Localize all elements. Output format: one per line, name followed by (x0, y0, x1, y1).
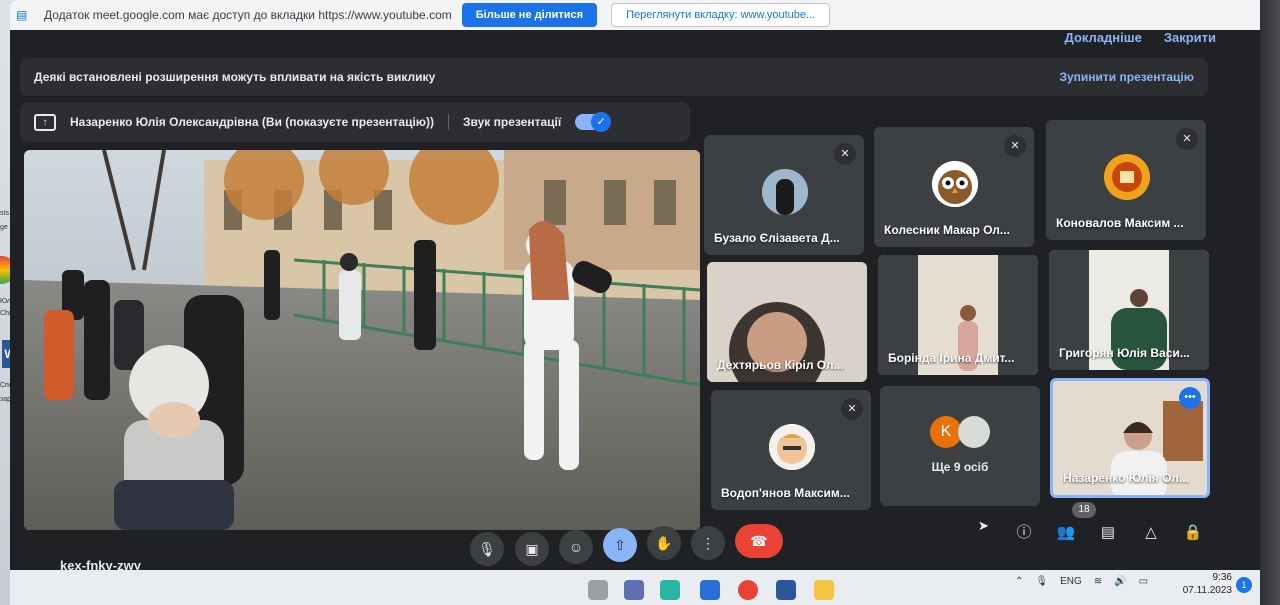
more-options-button[interactable]: ⋮ (691, 526, 725, 560)
camera-icon: ▣ (525, 541, 539, 557)
participant-name: Григорян Юлія Васи... (1059, 346, 1190, 360)
more-options-icon[interactable]: ••• (1179, 387, 1201, 409)
check-icon: ✓ (591, 112, 612, 132)
taskbar-app-icon[interactable] (588, 580, 608, 600)
self-tile[interactable]: ••• Назаренко Юлія Ол... (1050, 378, 1210, 498)
shared-video (24, 150, 700, 530)
shapes-icon: △ (1145, 524, 1157, 541)
participant-name: Бузало Єлізавета Д... (714, 231, 840, 245)
participant-tile[interactable]: ✕ Коновалов Максим ... (1046, 120, 1206, 240)
people-icon: 👥 (1056, 524, 1076, 541)
chrome-taskbar-icon[interactable] (738, 580, 758, 600)
presenter-bar: ↑ Назаренко Юлія Олександрівна (Ви (пока… (20, 102, 690, 142)
microphone-icon: 🎙 (478, 541, 496, 557)
taskbar-app-icon[interactable] (700, 580, 720, 600)
video-frame-image (24, 150, 700, 530)
chevron-up-icon[interactable]: ⌃ (1015, 576, 1023, 587)
mic-off-icon: ✕ (841, 398, 863, 420)
owl-avatar-image (932, 161, 978, 207)
mic-off-icon: ✕ (1004, 135, 1026, 157)
host-controls-button[interactable]: 🔒 (1180, 520, 1206, 546)
participant-tile[interactable]: ✕ Водоп'янов Максим... (711, 390, 871, 510)
taskbar-app-icon[interactable] (624, 580, 644, 600)
present-button[interactable]: ⇧ (603, 528, 637, 562)
more-vert-icon: ⋮ (701, 535, 715, 551)
more-participants-avatars: K (930, 416, 990, 448)
avatar (932, 161, 978, 207)
presentation-sound-toggle[interactable]: ✓ (575, 112, 612, 132)
participant-name: Дехтярьов Кiрiл Ол... (717, 358, 844, 372)
clock-date: 07.11.2023 (1182, 585, 1232, 596)
participant-tile[interactable]: ✕ Бузало Єлізавета Д... (704, 135, 864, 255)
taskbar-app-icon[interactable] (660, 580, 680, 600)
shared-tab-icon: ▤ (16, 8, 28, 22)
notification-badge[interactable]: 1 (1236, 577, 1252, 593)
file-explorer-icon[interactable] (814, 580, 834, 600)
participant-name: Борінда Ірина Дмит... (888, 351, 1015, 365)
presenter-name: Назаренко Юлія Олександрівна (Ви (показу… (70, 115, 435, 129)
avatar (762, 169, 808, 215)
hand-icon: ✋ (655, 535, 673, 551)
microphone-icon[interactable]: 🎙 (1035, 576, 1048, 587)
mic-off-icon: ✕ (1176, 128, 1198, 150)
participant-tile[interactable]: ✕ Борінда Ірина Дмит... (878, 255, 1038, 375)
participant-name: Колесник Макар Ол... (884, 223, 1010, 237)
participant-name: Назаренко Юлія Ол... (1063, 471, 1189, 485)
people-button[interactable]: 👥 (1053, 520, 1079, 546)
participant-avatar-small (958, 416, 990, 448)
battery-icon[interactable]: ▭ (1139, 576, 1148, 587)
word-taskbar-icon[interactable] (776, 580, 796, 600)
activities-button[interactable]: △ (1138, 520, 1164, 546)
volume-icon[interactable]: 🔊 (1114, 576, 1126, 587)
presentation-sound-label: Звук презентації (463, 115, 562, 129)
participant-tile[interactable]: ✕ Григорян Юлія Васи... (1049, 250, 1209, 370)
chat-button[interactable]: ▤ (1095, 520, 1121, 546)
sharing-message: Додаток meet.google.com має доступ до вк… (44, 8, 452, 22)
tank-logo-avatar-image (1104, 154, 1150, 200)
meeting-details-button[interactable]: ⓘ (1011, 520, 1037, 546)
taskbar-clock[interactable]: 9:36 07.11.2023 (1176, 571, 1232, 597)
camera-button[interactable]: ▣ (515, 532, 549, 566)
monitor-bezel (1258, 0, 1280, 605)
meet-window: ▤ Додаток meet.google.com має доступ до … (10, 0, 1260, 605)
language-indicator[interactable]: ENG (1060, 576, 1082, 587)
clock-time: 9:36 (1212, 572, 1232, 583)
reactions-button[interactable]: ☺ (559, 530, 593, 564)
mic-off-icon: ✕ (834, 143, 856, 165)
raise-hand-button[interactable]: ✋ (647, 526, 681, 560)
participant-tile[interactable]: ✕ Дехтярьов Кiрiл Ол... (707, 262, 867, 382)
lock-person-icon: 🔒 (1183, 524, 1203, 541)
info-row: Докладніше Закрити (10, 22, 1260, 52)
participant-name: Водоп'янов Максим... (721, 486, 850, 500)
present-screen-icon: ⇧ (614, 537, 626, 553)
chat-icon: ▤ (1100, 524, 1116, 541)
info-icon: ⓘ (1016, 524, 1032, 541)
divider (448, 114, 450, 130)
more-participants-label: Ще 9 осіб (931, 460, 989, 474)
microphone-button[interactable]: 🎙 (470, 532, 504, 566)
avatar (769, 424, 815, 470)
extension-warning-text: Деякі встановлені розширення можуть впли… (34, 70, 436, 84)
leave-call-button[interactable]: ☎ (735, 524, 783, 558)
smiley-icon: ☺ (568, 539, 584, 555)
extension-warning-bar: Деякі встановлені розширення можуть впли… (20, 58, 1208, 96)
participant-name: Коновалов Максим ... (1056, 216, 1184, 230)
cartoon-avatar-image (769, 424, 815, 470)
mouse-cursor-icon: ➤ (978, 518, 989, 533)
system-tray: ⌃ 🎙 ENG ≋ 🔊 ▭ (1015, 576, 1148, 587)
wifi-icon[interactable]: ≋ (1094, 576, 1102, 587)
people-count-badge: 18 (1072, 502, 1096, 518)
phone-hangup-icon: ☎ (750, 533, 768, 549)
present-screen-icon: ↑ (34, 113, 56, 131)
more-info-link[interactable]: Докладніше (1065, 30, 1142, 45)
avatar-image (762, 169, 808, 215)
stop-presenting-link[interactable]: Зупинити презентацію (1059, 70, 1194, 84)
participant-tile[interactable]: ✕ Колесник Макар Ол... (874, 127, 1034, 247)
close-link[interactable]: Закрити (1164, 30, 1216, 45)
avatar (1104, 154, 1150, 200)
more-participants-tile[interactable]: K Ще 9 осіб (880, 386, 1040, 506)
